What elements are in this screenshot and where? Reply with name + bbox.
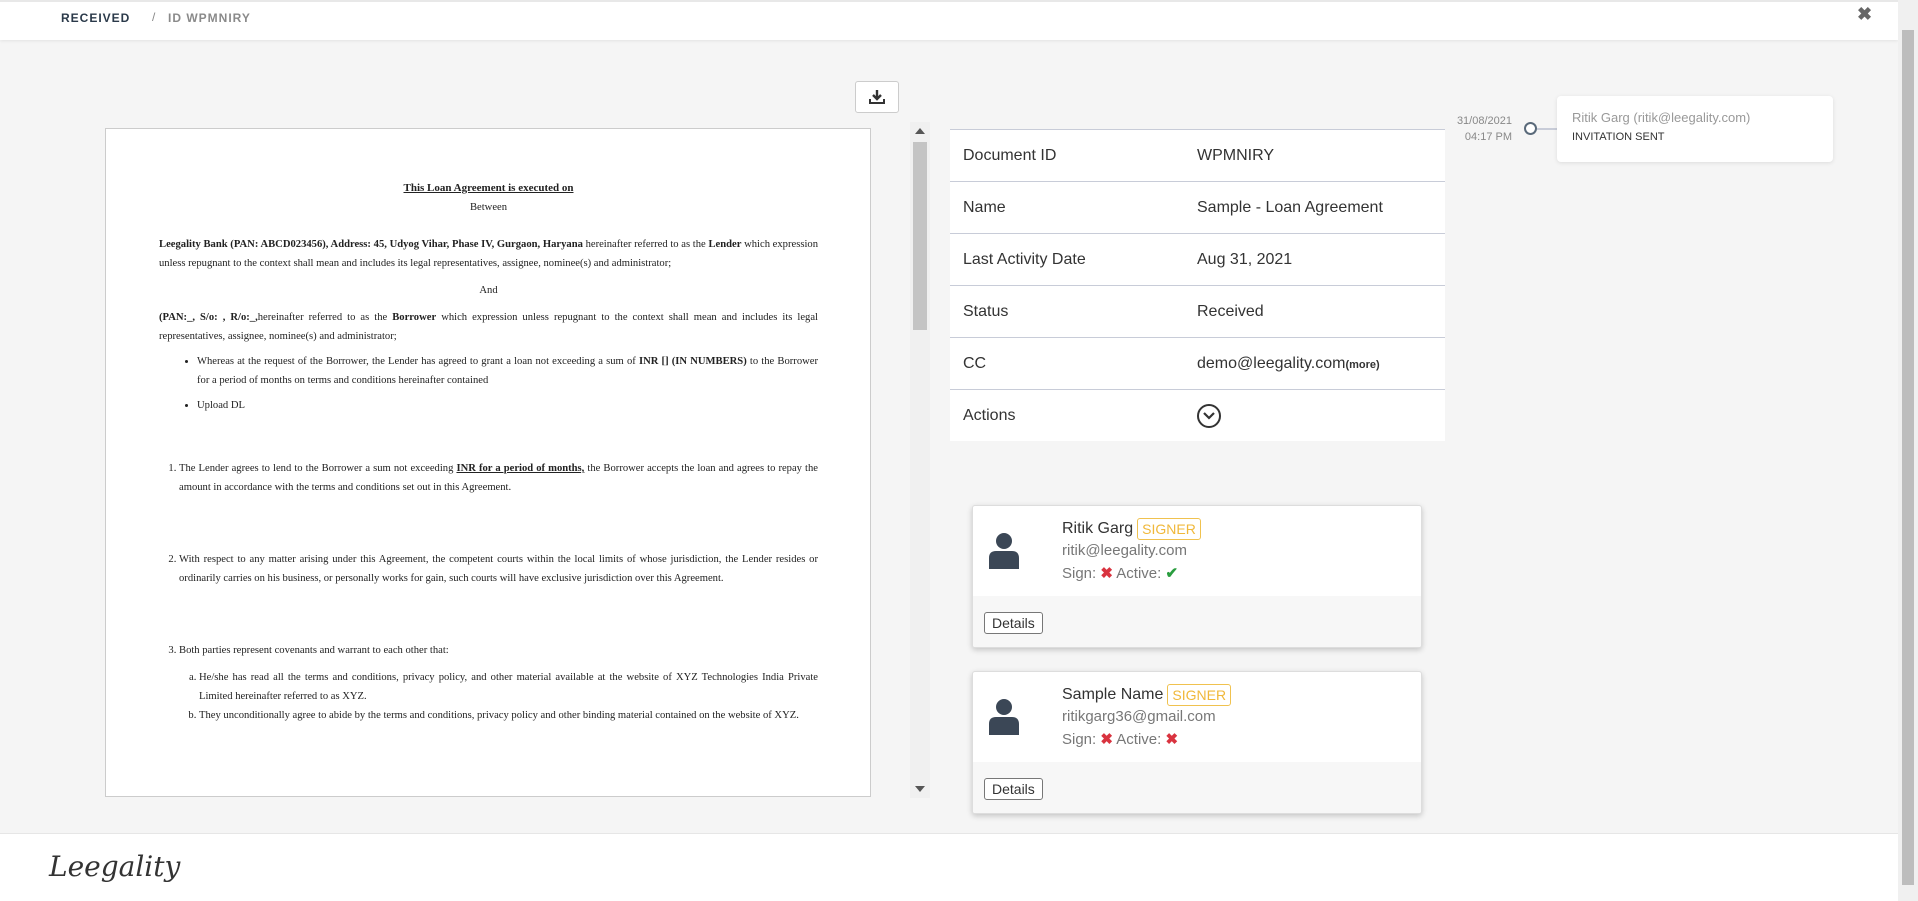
timeline-status: INVITATION SENT xyxy=(1572,131,1665,143)
signer-email: ritik@leegality.com xyxy=(1062,542,1187,559)
timeline-date: 31/08/2021 xyxy=(1456,115,1512,127)
timeline-event-card: Ritik Garg (ritik@leegality.com) INVITAT… xyxy=(1557,96,1833,162)
signer-card: Sample Name SIGNER ritikgarg36@gmail.com… xyxy=(972,671,1422,814)
detail-key: Document ID xyxy=(963,146,1057,164)
breadcrumb-document-id: ID WPMNIRY xyxy=(168,11,251,25)
top-bar: RECEIVED / ID WPMNIRY ✖ xyxy=(0,0,1898,40)
download-icon xyxy=(869,90,885,104)
user-avatar-icon xyxy=(989,699,1019,735)
active-label: Active: xyxy=(1116,731,1162,748)
bullet1-b: INR [] (IN NUMBERS) xyxy=(638,356,747,367)
active-label: Active: xyxy=(1116,565,1162,582)
actions-dropdown-chevron-icon[interactable] xyxy=(1197,403,1221,428)
clause-3: Both parties represent covenants and war… xyxy=(179,641,818,660)
signer-name-row: Ritik Garg SIGNER xyxy=(1062,518,1201,540)
detail-row-actions: Actions xyxy=(950,389,1445,441)
download-button[interactable] xyxy=(855,81,899,113)
breadcrumb-received[interactable]: RECEIVED xyxy=(61,11,130,25)
detail-key: Status xyxy=(963,302,1009,320)
clause-3a: He/she has read all the terms and condit… xyxy=(199,668,818,706)
leegality-logo: Leegality xyxy=(49,850,181,883)
borrower-label: Borrower xyxy=(392,312,437,323)
sign-cross-icon: ✖ xyxy=(1100,731,1113,748)
lender-label: Lender xyxy=(708,239,742,250)
clause-3b: They unconditionally agree to abide by t… xyxy=(199,706,818,725)
lender-details: Leegality Bank (PAN: ABCD023456), Addres… xyxy=(159,239,586,250)
clause-1: The Lender agrees to lend to the Borrowe… xyxy=(179,459,818,497)
document-preview: This Loan Agreement is executed on Betwe… xyxy=(105,128,871,797)
scroll-down-arrow-icon[interactable] xyxy=(915,786,925,792)
detail-value: Received xyxy=(1197,302,1264,320)
detail-value: WPMNIRY xyxy=(1197,146,1275,164)
document-party-lender: Leegality Bank (PAN: ABCD023456), Addres… xyxy=(159,235,818,273)
list-item: Whereas at the request of the Borrower, … xyxy=(197,352,818,390)
document-scrollbar[interactable] xyxy=(910,122,930,798)
document-and: And xyxy=(479,285,498,296)
document-details-table: Document ID WPMNIRY Name Sample - Loan A… xyxy=(950,129,1445,441)
signer-details-button[interactable]: Details xyxy=(984,778,1043,800)
timeline-actor: Ritik Garg (ritik@leegality.com) xyxy=(1572,110,1751,125)
active-cross-icon: ✖ xyxy=(1165,731,1179,748)
timeline-time: 04:17 PM xyxy=(1464,131,1512,143)
detail-key: Name xyxy=(963,198,1006,216)
signer-status: Sign: ✖ Active: ✖ xyxy=(1062,730,1178,748)
signer-card: Ritik Garg SIGNER ritik@leegality.com Si… xyxy=(972,505,1422,648)
document-title: This Loan Agreement is executed on xyxy=(403,182,574,194)
document-between: Between xyxy=(469,202,508,213)
signer-role-badge: SIGNER xyxy=(1137,518,1201,540)
borrower-referred: hereinafter referred to as the xyxy=(257,312,393,323)
detail-value: Aug 31, 2021 xyxy=(1197,250,1293,268)
signer-name: Ritik Garg xyxy=(1062,520,1134,537)
signer-role-badge: SIGNER xyxy=(1167,684,1232,706)
clause1-a: The Lender agrees to lend to the Borrowe… xyxy=(179,463,457,474)
list-item: Upload DL xyxy=(197,396,818,415)
sign-label: Sign: xyxy=(1062,565,1097,582)
detail-row-document-id: Document ID WPMNIRY xyxy=(950,129,1445,181)
scroll-thumb[interactable] xyxy=(913,142,927,330)
scroll-up-arrow-icon[interactable] xyxy=(915,128,925,134)
close-icon[interactable]: ✖ xyxy=(1857,4,1872,25)
detail-row-status: Status Received xyxy=(950,285,1445,337)
timeline-timestamp: 31/08/2021 04:17 PM xyxy=(1440,113,1512,145)
page-scroll-thumb[interactable] xyxy=(1902,30,1914,885)
detail-row-last-activity: Last Activity Date Aug 31, 2021 xyxy=(950,233,1445,285)
cc-email: demo@leegality.com xyxy=(1197,354,1346,372)
signer-name: Sample Name xyxy=(1062,686,1164,703)
footer: Leegality xyxy=(0,833,1898,901)
detail-row-name: Name Sample - Loan Agreement xyxy=(950,181,1445,233)
active-check-icon: ✔ xyxy=(1165,565,1179,582)
signer-email: ritikgarg36@gmail.com xyxy=(1062,708,1216,725)
detail-value xyxy=(1197,403,1445,428)
signer-name-row: Sample Name SIGNER xyxy=(1062,684,1232,706)
document-party-borrower: (PAN:_, S/o: , R/o:_,hereinafter referre… xyxy=(159,308,818,346)
detail-key: Last Activity Date xyxy=(963,250,1086,268)
sign-cross-icon: ✖ xyxy=(1100,565,1113,582)
lender-referred: hereinafter referred to as the xyxy=(585,239,709,250)
detail-value: Sample - Loan Agreement xyxy=(1197,198,1383,216)
cc-more-link[interactable]: (more) xyxy=(1345,359,1379,371)
sign-label: Sign: xyxy=(1062,731,1097,748)
borrower-details: (PAN:_, S/o: , R/o:_, xyxy=(159,312,258,323)
detail-key: Actions xyxy=(963,406,1016,424)
clause1-b: INR for a period of months, xyxy=(456,463,585,474)
user-avatar-icon xyxy=(989,533,1019,569)
signer-details-button[interactable]: Details xyxy=(984,612,1043,634)
signer-status: Sign: ✖ Active: ✔ xyxy=(1062,564,1178,582)
detail-value: demo@leegality.com(more) xyxy=(1197,355,1445,373)
page-scrollbar[interactable] xyxy=(1898,0,1918,901)
timeline-connector xyxy=(1537,128,1557,130)
detail-row-cc: CC demo@leegality.com(more) xyxy=(950,337,1445,389)
bullet1-a: Whereas at the request of the Borrower, … xyxy=(197,356,639,367)
clause-2: With respect to any matter arising under… xyxy=(179,550,818,588)
timeline-dot-icon xyxy=(1524,122,1537,135)
detail-key: CC xyxy=(963,354,987,372)
breadcrumb-separator: / xyxy=(152,10,156,24)
